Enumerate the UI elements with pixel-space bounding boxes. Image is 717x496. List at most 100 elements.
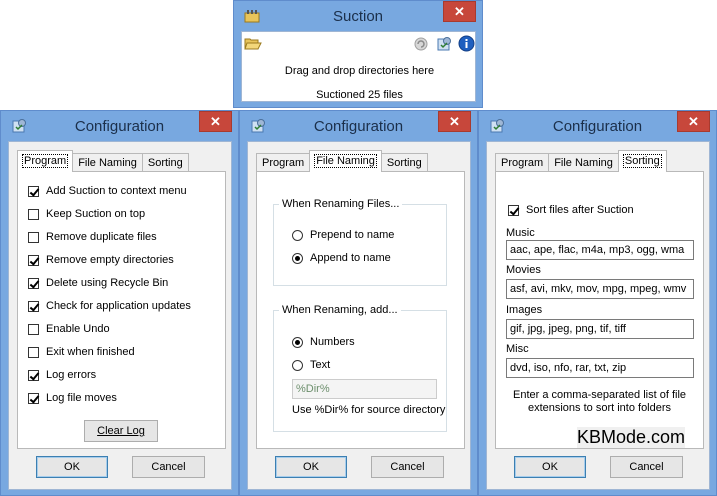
config-close-button[interactable]: ✕ bbox=[438, 111, 471, 132]
folder-app-icon bbox=[244, 10, 260, 23]
option-keep-on-top[interactable]: Keep Suction on top bbox=[28, 206, 145, 222]
ok-button[interactable]: OK bbox=[36, 456, 108, 478]
option-label: Sort files after Suction bbox=[526, 204, 634, 216]
option-remove-duplicates[interactable]: Remove duplicate files bbox=[28, 229, 157, 245]
group-title: When Renaming Files... bbox=[279, 198, 403, 210]
config-close-button[interactable]: ✕ bbox=[199, 111, 232, 132]
radio-button[interactable] bbox=[292, 229, 303, 241]
checkbox[interactable] bbox=[28, 346, 39, 358]
option-sort-after[interactable]: Sort files after Suction bbox=[508, 202, 634, 218]
program-panel: Add Suction to context menu Keep Suction… bbox=[17, 171, 226, 449]
tab-sorting[interactable]: Sorting bbox=[141, 153, 189, 172]
option-exit-when-finished[interactable]: Exit when finished bbox=[28, 344, 135, 360]
hint-text: Use %Dir% for source directory bbox=[292, 404, 446, 416]
text-input[interactable]: %Dir% bbox=[292, 379, 437, 399]
group-title: When Renaming, add... bbox=[279, 304, 401, 316]
config-window-file-naming: Configuration ✕ Program File Naming Sort… bbox=[239, 110, 478, 496]
config-client-area: Program File Naming Sorting When Renamin… bbox=[247, 141, 471, 490]
undo-icon[interactable] bbox=[413, 36, 429, 52]
checkbox[interactable] bbox=[28, 392, 39, 404]
option-log-errors[interactable]: Log errors bbox=[28, 367, 96, 383]
checkbox[interactable] bbox=[28, 185, 39, 197]
music-input[interactable]: aac, ape, flac, m4a, mp3, ogg, wma bbox=[506, 240, 694, 260]
tab-strip: Program File Naming Sorting bbox=[256, 150, 428, 172]
cancel-button[interactable]: Cancel bbox=[610, 456, 683, 478]
config-titlebar[interactable]: Configuration ✕ bbox=[479, 111, 716, 141]
movies-label: Movies bbox=[506, 264, 541, 276]
sorting-panel: Sort files after Suction Music aac, ape,… bbox=[495, 171, 704, 449]
config-client-area: Program File Naming Sorting Add Suction … bbox=[8, 141, 232, 490]
option-label: Append to name bbox=[310, 252, 391, 264]
checkbox[interactable] bbox=[28, 369, 39, 381]
misc-label: Misc bbox=[506, 343, 529, 355]
option-label: Remove duplicate files bbox=[46, 231, 157, 243]
hint-line-2: extensions to sort into folders bbox=[527, 402, 672, 414]
misc-input[interactable]: dvd, iso, nfo, rar, txt, zip bbox=[506, 358, 694, 378]
tab-file-naming[interactable]: File Naming bbox=[548, 153, 619, 172]
checkbox[interactable] bbox=[28, 277, 39, 289]
tab-sorting[interactable]: Sorting bbox=[380, 153, 428, 172]
cancel-button[interactable]: Cancel bbox=[132, 456, 205, 478]
config-title: Configuration bbox=[552, 117, 643, 135]
option-remove-empty-dirs[interactable]: Remove empty directories bbox=[28, 252, 174, 268]
tab-file-naming[interactable]: File Naming bbox=[309, 150, 382, 172]
option-numbers[interactable]: Numbers bbox=[292, 334, 355, 350]
config-window-program: Configuration ✕ Program File Naming Sort… bbox=[0, 110, 239, 496]
checkbox[interactable] bbox=[28, 300, 39, 312]
config-title: Configuration bbox=[74, 117, 165, 135]
option-recycle-bin[interactable]: Delete using Recycle Bin bbox=[28, 275, 168, 291]
option-label: Keep Suction on top bbox=[46, 208, 146, 220]
radio-button[interactable] bbox=[292, 252, 303, 264]
suction-close-button[interactable]: ✕ bbox=[443, 1, 476, 22]
radio-button[interactable] bbox=[292, 336, 303, 348]
option-label: Enable Undo bbox=[46, 323, 110, 335]
cancel-button[interactable]: Cancel bbox=[371, 456, 444, 478]
suction-titlebar[interactable]: Suction ✕ bbox=[234, 1, 482, 31]
option-log-file-moves[interactable]: Log file moves bbox=[28, 390, 117, 406]
tab-file-naming[interactable]: File Naming bbox=[72, 153, 143, 172]
images-input[interactable]: gif, jpg, jpeg, png, tif, tiff bbox=[506, 319, 694, 339]
suction-title: Suction bbox=[332, 7, 384, 25]
checkbox[interactable] bbox=[28, 208, 39, 220]
images-label: Images bbox=[506, 304, 543, 316]
config-title: Configuration bbox=[313, 117, 404, 135]
option-label: Check for application updates bbox=[46, 300, 191, 312]
tab-program[interactable]: Program bbox=[17, 150, 74, 172]
clear-log-button[interactable]: Clear Log bbox=[84, 420, 158, 442]
config-client-area: Program File Naming Sorting Sort files a… bbox=[486, 141, 710, 490]
drop-zone-text[interactable]: Drag and drop directories here bbox=[242, 65, 477, 77]
option-context-menu[interactable]: Add Suction to context menu bbox=[28, 183, 187, 199]
config-titlebar[interactable]: Configuration ✕ bbox=[240, 111, 477, 141]
radio-button[interactable] bbox=[292, 359, 303, 371]
option-label: Delete using Recycle Bin bbox=[46, 277, 169, 289]
movies-input[interactable]: asf, avi, mkv, mov, mpg, mpeg, wmv bbox=[506, 279, 694, 299]
option-prepend[interactable]: Prepend to name bbox=[292, 227, 394, 243]
option-check-updates[interactable]: Check for application updates bbox=[28, 298, 191, 314]
option-text[interactable]: Text bbox=[292, 357, 330, 373]
ok-button[interactable]: OK bbox=[514, 456, 586, 478]
option-label: Remove empty directories bbox=[46, 254, 174, 266]
info-icon[interactable] bbox=[458, 35, 475, 52]
option-label: Log file moves bbox=[46, 392, 117, 404]
option-label: Text bbox=[310, 359, 331, 371]
status-text: Suctioned 25 files bbox=[316, 89, 403, 101]
option-enable-undo[interactable]: Enable Undo bbox=[28, 321, 110, 337]
checkbox[interactable] bbox=[508, 204, 519, 216]
renaming-files-group: When Renaming Files... bbox=[273, 198, 447, 286]
configuration-icon[interactable] bbox=[436, 36, 452, 52]
tab-sorting[interactable]: Sorting bbox=[617, 150, 667, 172]
tab-program[interactable]: Program bbox=[495, 153, 550, 172]
tab-program[interactable]: Program bbox=[256, 153, 311, 172]
hint-line-1: Enter a comma-separated list of file bbox=[512, 389, 687, 401]
option-label: Log errors bbox=[46, 369, 97, 381]
config-titlebar[interactable]: Configuration ✕ bbox=[1, 111, 238, 141]
option-append[interactable]: Append to name bbox=[292, 250, 391, 266]
suction-client-area: Drag and drop directories here Suctioned… bbox=[241, 31, 476, 102]
open-folder-icon[interactable] bbox=[244, 35, 262, 51]
checkbox[interactable] bbox=[28, 323, 39, 335]
config-close-button[interactable]: ✕ bbox=[677, 111, 710, 132]
checkbox[interactable] bbox=[28, 254, 39, 266]
ok-button[interactable]: OK bbox=[275, 456, 347, 478]
tab-strip: Program File Naming Sorting bbox=[17, 150, 189, 172]
checkbox[interactable] bbox=[28, 231, 39, 243]
